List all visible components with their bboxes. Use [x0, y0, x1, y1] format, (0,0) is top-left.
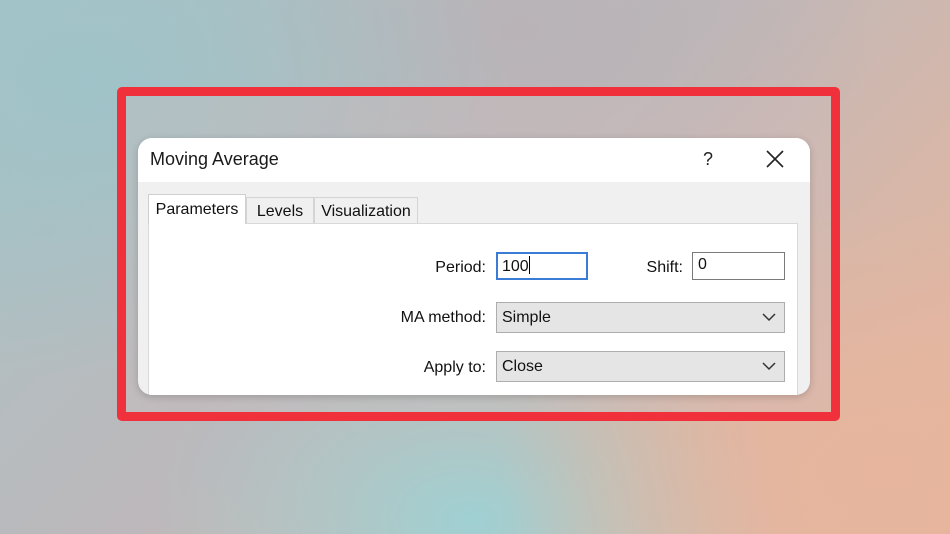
shift-input[interactable]: 0 — [692, 252, 785, 280]
tab-label: Levels — [256, 203, 304, 220]
ma-method-select[interactable]: Simple — [496, 302, 785, 333]
text-caret — [528, 256, 530, 274]
chevron-down-icon — [762, 313, 776, 322]
apply-to-value: Close — [502, 358, 543, 375]
title-bar: Moving Average ? — [138, 138, 810, 182]
period-label: Period: — [435, 259, 486, 276]
help-button[interactable]: ? — [694, 144, 722, 174]
tab-visualization[interactable]: Visualization — [314, 197, 418, 224]
shift-label: Shift: — [646, 259, 683, 276]
tab-levels[interactable]: Levels — [246, 197, 314, 224]
dialog-title: Moving Average — [150, 149, 279, 169]
shift-value: 0 — [698, 256, 707, 273]
ma-method-value: Simple — [502, 309, 551, 326]
close-icon — [766, 150, 784, 168]
moving-average-dialog: Moving Average ? Parameters Levels Visua… — [138, 138, 810, 395]
tab-label: Parameters — [155, 201, 239, 218]
period-input[interactable]: 100 — [496, 252, 588, 280]
tab-label: Visualization — [321, 203, 411, 220]
apply-to-label: Apply to: — [423, 359, 486, 376]
ma-method-label: MA method: — [400, 309, 486, 326]
close-button[interactable] — [760, 144, 790, 174]
chevron-down-icon — [762, 362, 776, 371]
tab-parameters[interactable]: Parameters — [148, 194, 246, 224]
apply-to-select[interactable]: Close — [496, 351, 785, 382]
period-value: 100 — [502, 258, 529, 275]
